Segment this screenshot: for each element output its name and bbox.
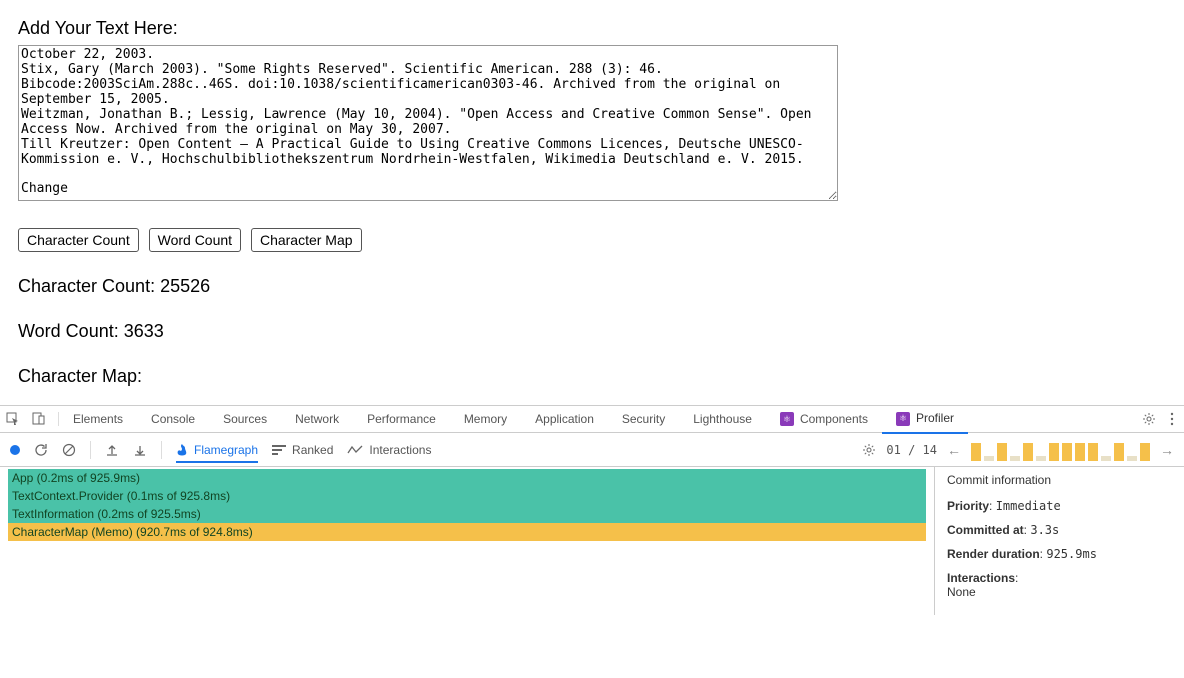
commit-bar[interactable] [1127,456,1137,461]
save-profile-icon[interactable] [133,443,147,457]
tab-performance[interactable]: Performance [353,406,450,433]
tab-lighthouse[interactable]: Lighthouse [679,406,766,433]
mode-flamegraph[interactable]: Flamegraph [176,443,258,463]
commit-info-title: Commit information [947,473,1172,487]
interactions-icon [347,445,363,455]
ranked-icon [272,444,286,456]
react-icon: ⚛ [896,412,910,426]
mode-ranked-label: Ranked [292,443,333,457]
commit-info-panel: Commit information Priority: Immediate C… [934,467,1184,615]
tab-security[interactable]: Security [608,406,679,433]
react-icon: ⚛ [780,412,794,426]
committed-at-line: Committed at: 3.3s [947,523,1172,537]
commit-bar[interactable] [1101,456,1111,461]
mode-ranked[interactable]: Ranked [272,443,333,457]
commit-bar[interactable] [971,443,981,461]
commit-bar[interactable] [1062,443,1072,461]
tab-memory[interactable]: Memory [450,406,521,433]
mode-flamegraph-label: Flamegraph [194,443,258,457]
flamegraph-column: App (0.2ms of 925.9ms)TextContext.Provid… [0,467,934,615]
character-count-stat: Character Count: 25526 [18,276,1166,297]
word-count-stat: Word Count: 3633 [18,321,1166,342]
commit-bar[interactable] [1036,456,1046,461]
commit-bar[interactable] [1075,443,1085,461]
button-row: Character Count Word Count Character Map [18,228,1166,252]
character-count-button[interactable]: Character Count [18,228,139,252]
reload-icon[interactable] [34,443,48,457]
mode-interactions[interactable]: Interactions [347,443,431,457]
profiler-toolbar: Flamegraph Ranked Interactions 01 / 14 ←… [0,433,1184,467]
flame-row[interactable]: TextContext.Provider (0.1ms of 925.8ms) [8,487,926,505]
prev-commit-icon[interactable]: ← [947,442,961,458]
devtools-more-icon[interactable] [1170,412,1174,426]
devtools-panel: Elements Console Sources Network Perform… [0,405,1184,615]
tab-sources[interactable]: Sources [209,406,281,433]
mode-interactions-label: Interactions [369,443,431,457]
tab-components[interactable]: ⚛ Components [766,406,882,433]
commit-bars[interactable] [971,439,1150,461]
tab-elements[interactable]: Elements [59,406,137,433]
commit-bar[interactable] [1114,443,1124,461]
page-heading: Add Your Text Here: [18,18,1166,39]
load-profile-icon[interactable] [105,443,119,457]
tab-console[interactable]: Console [137,406,209,433]
tab-application[interactable]: Application [521,406,608,433]
character-map-button[interactable]: Character Map [251,228,362,252]
tab-components-label: Components [800,406,868,433]
next-commit-icon[interactable]: → [1160,442,1174,458]
profiler-body: App (0.2ms of 925.9ms)TextContext.Provid… [0,467,1184,615]
flame-row[interactable]: App (0.2ms of 925.9ms) [8,469,926,487]
commit-bar[interactable] [1023,443,1033,461]
commit-bar[interactable] [1140,443,1150,461]
devtools-tabs: Elements Console Sources Network Perform… [0,406,1184,433]
commit-bar[interactable] [1049,443,1059,461]
character-map-stat: Character Map: [18,366,1166,387]
flame-row[interactable]: CharacterMap (Memo) (920.7ms of 924.8ms) [8,523,926,541]
interactions-line: Interactions: None [947,571,1172,599]
commit-bar[interactable] [1088,443,1098,461]
flame-row[interactable]: TextInformation (0.2ms of 925.5ms) [8,505,926,523]
devtools-settings-icon[interactable] [1142,412,1156,426]
text-input-area[interactable] [18,45,838,201]
flame-icon [176,443,188,457]
priority-line: Priority: Immediate [947,499,1172,513]
commit-position: 01 / 14 [886,443,937,457]
clear-icon[interactable] [62,443,76,457]
device-toggle-icon[interactable] [32,412,46,426]
render-duration-line: Render duration: 925.9ms [947,547,1172,561]
tab-profiler-label: Profiler [916,405,954,432]
tab-network[interactable]: Network [281,406,353,433]
commit-bar[interactable] [1010,456,1020,461]
inspect-element-icon[interactable] [6,412,20,426]
word-count-button[interactable]: Word Count [149,228,241,252]
commit-navigator: 01 / 14 ← → [862,439,1174,461]
record-icon[interactable] [10,445,20,455]
profiler-settings-icon[interactable] [862,443,876,457]
commit-bar[interactable] [997,443,1007,461]
commit-bar[interactable] [984,456,994,461]
tab-profiler[interactable]: ⚛ Profiler [882,405,968,434]
